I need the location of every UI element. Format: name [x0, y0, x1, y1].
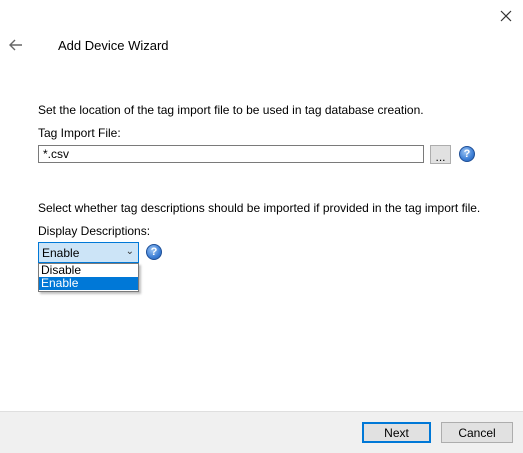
back-button[interactable]	[6, 36, 26, 54]
display-descriptions-dropdown: Disable Enable	[38, 263, 139, 292]
close-icon	[500, 10, 512, 22]
browse-button[interactable]: ...	[430, 145, 451, 164]
help-icon[interactable]: ?	[459, 146, 475, 162]
descriptions-instruction: Select whether tag descriptions should b…	[38, 201, 481, 215]
chevron-down-icon: ⌄	[125, 246, 134, 257]
back-arrow-icon	[9, 39, 22, 51]
display-descriptions-select[interactable]: Enable ⌄	[38, 242, 139, 263]
next-button[interactable]: Next	[362, 422, 431, 443]
footer-bar: Next Cancel	[0, 411, 523, 453]
close-button[interactable]	[496, 6, 516, 26]
help-icon[interactable]: ?	[146, 244, 162, 260]
tag-import-file-input[interactable]	[38, 145, 424, 163]
tag-import-file-label: Tag Import File:	[38, 126, 121, 140]
cancel-button[interactable]: Cancel	[441, 422, 513, 443]
import-file-instruction: Set the location of the tag import file …	[38, 103, 424, 117]
option-enable[interactable]: Enable	[39, 277, 138, 290]
select-value: Enable	[42, 245, 80, 260]
display-descriptions-label: Display Descriptions:	[38, 224, 151, 238]
wizard-title: Add Device Wizard	[58, 38, 169, 53]
